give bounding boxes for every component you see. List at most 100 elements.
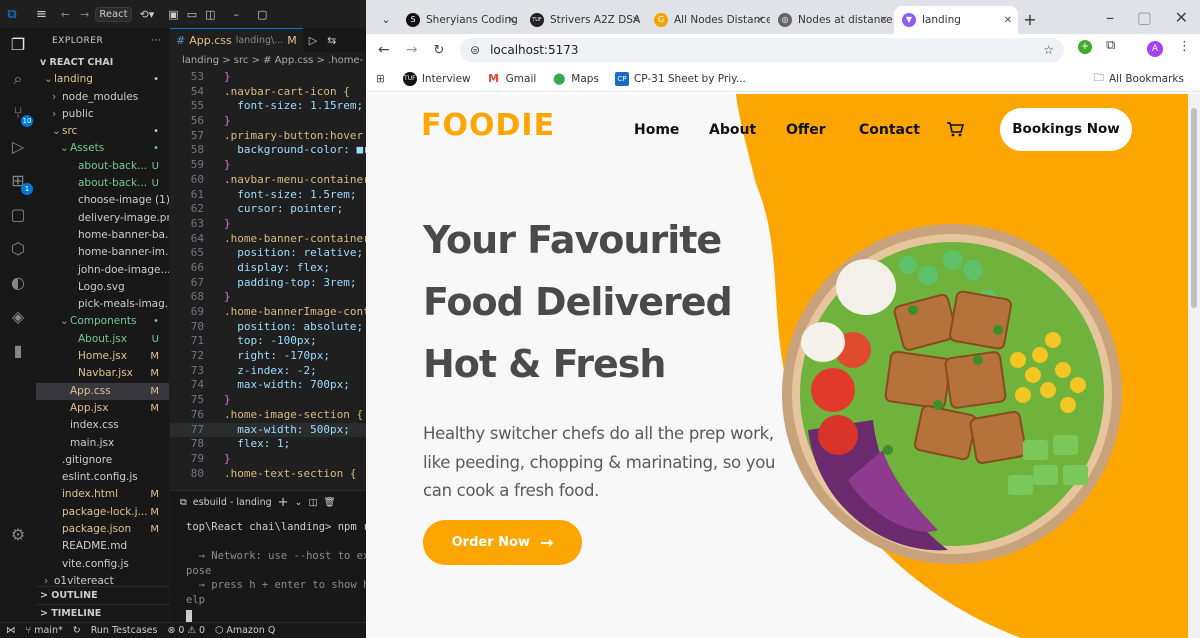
bookmark-gmail[interactable]: M Gmail: [486, 71, 536, 86]
bookmark-maps[interactable]: ⬤ Maps: [552, 71, 599, 86]
workspace-root[interactable]: v REACT CHAI: [36, 54, 169, 71]
chart-icon[interactable]: ▮: [7, 340, 29, 362]
file-tree-item[interactable]: Navbar.jsx M: [36, 365, 169, 382]
nav-home[interactable]: Home: [634, 122, 679, 138]
amazon-q-status[interactable]: ⬡ Amazon Q: [215, 625, 275, 636]
run-icon[interactable]: ▷: [309, 34, 317, 47]
file-tree-item[interactable]: about-back... U: [36, 158, 169, 175]
tab-close-icon[interactable]: ✕: [880, 15, 888, 26]
tab-close-icon[interactable]: ✕: [1004, 15, 1012, 26]
terminal-dropdown-icon[interactable]: ⌄: [295, 497, 303, 508]
code-line[interactable]: 76 .home-image-section {: [170, 408, 366, 423]
timeline-section[interactable]: > TIMELINE: [36, 604, 169, 621]
file-tree-item[interactable]: ⌄Components •: [36, 313, 169, 330]
bookings-now-button[interactable]: Bookings Now: [1000, 108, 1132, 151]
new-tab-icon[interactable]: +: [1018, 6, 1042, 34]
file-tree-item[interactable]: index.html M: [36, 486, 169, 503]
file-tree-item[interactable]: home-banner-ba...: [36, 227, 169, 244]
code-line[interactable]: 78 flex: 1;: [170, 437, 366, 452]
sidebar-toggle-icon[interactable]: ◫: [205, 8, 215, 21]
file-tree-item[interactable]: Logo.svg: [36, 279, 169, 296]
code-line[interactable]: 64 .home-banner-container {: [170, 232, 366, 247]
browser-tab[interactable]: ▼ landing ✕: [894, 6, 1018, 34]
layout-toggle-icon[interactable]: ▣: [168, 8, 178, 21]
chrome-menu-icon[interactable]: ⋮: [1178, 39, 1191, 54]
edge-icon[interactable]: ◐: [7, 272, 29, 294]
browser-tab[interactable]: S Sheryians Coding ✕: [398, 6, 522, 34]
sync-icon[interactable]: ↻: [73, 625, 81, 636]
file-tree-item[interactable]: App.jsx M: [36, 400, 169, 417]
extensions-puzzle-icon[interactable]: ⧉: [1106, 38, 1115, 53]
run-debug-icon[interactable]: ▷: [7, 136, 29, 158]
all-bookmarks[interactable]: 🗀 All Bookmarks: [1093, 70, 1184, 88]
extension-icon[interactable]: +: [1078, 40, 1092, 54]
code-line[interactable]: 55 font-size: 1.15rem;: [170, 99, 366, 114]
maximize-icon[interactable]: ▢: [257, 8, 267, 21]
remote-icon[interactable]: ⋈: [6, 625, 16, 636]
code-line[interactable]: 79}: [170, 452, 366, 467]
code-line[interactable]: 56}: [170, 114, 366, 129]
nav-about[interactable]: About: [709, 122, 756, 138]
tab-close-icon[interactable]: ✕: [756, 15, 764, 26]
code-line[interactable]: 71 top: -100px;: [170, 334, 366, 349]
file-tree-item[interactable]: package-lock.j... M: [36, 504, 169, 521]
file-tree-item[interactable]: john-doe-image....: [36, 262, 169, 279]
window-maximize-icon[interactable]: ▢: [1137, 8, 1152, 27]
breadcrumb[interactable]: landing > src > # App.css > .home-: [170, 52, 366, 70]
file-tree-item[interactable]: ⌄Assets •: [36, 140, 169, 157]
code-line[interactable]: 75}: [170, 393, 366, 408]
file-tree-item[interactable]: vite.config.js: [36, 556, 169, 573]
code-line[interactable]: 80 .home-text-section {: [170, 467, 366, 482]
code-line[interactable]: 62 cursor: pointer;: [170, 202, 366, 217]
more-actions-icon[interactable]: ···: [151, 28, 161, 54]
site-info-icon[interactable]: ⊜: [470, 43, 480, 57]
kill-terminal-icon[interactable]: 🗑: [323, 497, 335, 508]
editor-tab-app-css[interactable]: # App.css landing\... M: [170, 28, 303, 52]
outline-section[interactable]: > OUTLINE: [36, 586, 169, 603]
forward-icon[interactable]: →: [80, 8, 89, 21]
profile-avatar[interactable]: A: [1147, 41, 1163, 57]
browser-tab[interactable]: TUF Strivers A2Z DSA ✕: [522, 6, 646, 34]
file-tree-item[interactable]: package.json M: [36, 521, 169, 538]
file-tree-item[interactable]: App.css M: [36, 382, 169, 400]
code-line[interactable]: 73 z-index: -2;: [170, 364, 366, 379]
file-tree-item[interactable]: eslint.config.js: [36, 469, 169, 486]
search-icon[interactable]: ⌕: [7, 68, 29, 90]
code-line[interactable]: 69 .home-bannerImage-conta: [170, 305, 366, 320]
code-line[interactable]: 70 position: absolute;: [170, 320, 366, 335]
file-tree-item[interactable]: About.jsx U: [36, 331, 169, 348]
reload-button[interactable]: ↻: [433, 43, 444, 58]
code-line[interactable]: 77 max-width: 500px;: [170, 422, 366, 438]
compass-icon[interactable]: ◈: [7, 306, 29, 328]
tab-search-icon[interactable]: ⌄: [374, 6, 398, 34]
file-tree-item[interactable]: main.jsx: [36, 435, 169, 452]
new-terminal-icon[interactable]: +: [278, 495, 289, 510]
browser-tab[interactable]: ◎ Nodes at distance ✕: [770, 6, 894, 34]
bookmark-interview[interactable]: TUF Interview: [402, 71, 471, 86]
order-now-button[interactable]: Order Now →: [423, 520, 582, 565]
code-line[interactable]: 61 font-size: 1.5rem;: [170, 188, 366, 203]
address-bar[interactable]: ⊜ localhost:5173 ☆: [460, 38, 1064, 62]
back-icon[interactable]: ←: [61, 8, 70, 21]
extensions-icon[interactable]: ⊞ 1: [7, 170, 33, 195]
code-line[interactable]: 57 .primary-button:hover {: [170, 129, 366, 144]
apps-grid-icon[interactable]: ⊞: [376, 73, 385, 85]
browser-tab[interactable]: G All Nodes Distance ✕: [646, 6, 770, 34]
file-tree-item[interactable]: Home.jsx M: [36, 348, 169, 365]
code-line[interactable]: 63}: [170, 217, 366, 232]
bookmark-cp31[interactable]: CP CP-31 Sheet by Priy...: [614, 71, 746, 86]
window-close-icon[interactable]: ✕: [1175, 8, 1188, 27]
nav-contact[interactable]: Contact: [859, 122, 920, 138]
settings-icon[interactable]: ⚙: [7, 524, 29, 546]
code-line[interactable]: 58 background-color: ■rg: [170, 143, 366, 158]
file-tree-item[interactable]: index.css: [36, 417, 169, 434]
file-tree-item[interactable]: choose-image (1)...: [36, 192, 169, 209]
file-tree-item[interactable]: home-banner-im...: [36, 244, 169, 261]
code-line[interactable]: 72 right: -170px;: [170, 349, 366, 364]
bookmark-star-icon[interactable]: ☆: [1043, 43, 1054, 57]
code-line[interactable]: 66 display: flex;: [170, 261, 366, 276]
split-terminal-icon[interactable]: ◫: [309, 497, 318, 508]
branch-indicator[interactable]: ⑂ main*: [26, 625, 63, 636]
file-tree-item[interactable]: ⌄landing •: [36, 71, 169, 88]
site-logo[interactable]: FOODIE: [421, 108, 555, 143]
